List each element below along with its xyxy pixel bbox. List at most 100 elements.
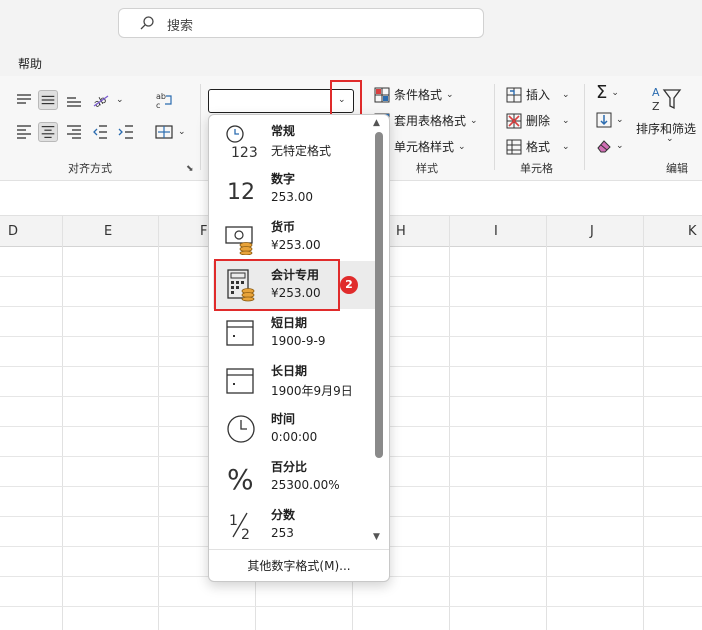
column-header-i[interactable]: I (494, 224, 498, 239)
long-date-calendar-icon (226, 368, 254, 394)
align-right-icon[interactable] (64, 122, 84, 142)
format-item-percent[interactable]: % 百分比 25300.00% (217, 453, 377, 499)
format-button[interactable]: 格式 ⌄ (506, 138, 570, 155)
merge-cells-icon (155, 125, 173, 139)
cells-group-label: 单元格 (520, 162, 553, 175)
chevron-down-icon: ⌄ (611, 88, 619, 98)
fill-button[interactable]: ⌄ (596, 112, 624, 128)
text-orientation-icon: ab (92, 94, 108, 108)
grid-column-line (158, 216, 159, 630)
fraction-icon: 1 2 (229, 512, 250, 543)
eraser-icon (597, 140, 611, 153)
delete-button[interactable]: 删除 ⌄ (506, 112, 570, 129)
chevron-down-icon: ⌄ (178, 127, 186, 137)
svg-text:ab: ab (156, 92, 166, 101)
svg-text:c: c (156, 101, 160, 110)
svg-text:1: 1 (229, 513, 238, 529)
autosum-button[interactable]: Σ ⌄ (596, 84, 619, 102)
search-box[interactable]: 搜索 (118, 8, 484, 38)
editing-group-label: 编辑 (666, 162, 688, 175)
chevron-down-icon: ⌄ (616, 115, 624, 125)
ribbon-separator (200, 84, 201, 170)
general-clock-123-icon: 123 (226, 125, 258, 159)
fill-down-icon (596, 112, 612, 128)
title-bar: 搜索 (0, 0, 702, 48)
scrollbar-thumb[interactable] (375, 132, 383, 458)
format-cells-icon (506, 139, 522, 154)
chevron-down-icon: ⌄ (616, 141, 624, 151)
scroll-down-arrow-icon[interactable]: ▼ (373, 532, 380, 542)
menu-help[interactable]: 帮助 (18, 55, 42, 72)
format-item-time[interactable]: 时间 0:00:00 (217, 405, 377, 451)
wrap-text-icon[interactable]: abc (154, 90, 174, 110)
format-item-fraction[interactable]: 1 2 分数 253 (217, 501, 377, 547)
ribbon-separator (494, 84, 495, 170)
svg-text:A: A (652, 86, 660, 99)
svg-text:12: 12 (227, 180, 255, 205)
time-clock-icon (227, 415, 255, 443)
column-header-f[interactable]: F (200, 224, 207, 239)
chevron-down-icon: ⌄ (562, 89, 570, 100)
menu-bar: 帮助 (0, 48, 702, 76)
number-12-icon: 12 (227, 180, 255, 205)
chevron-down-icon: ⌄ (470, 115, 478, 126)
format-item-number[interactable]: 12 数字 253.00 (217, 165, 377, 211)
svg-text:%: % (227, 463, 254, 495)
sigma-icon: Σ (596, 82, 608, 103)
grid-column-line (546, 216, 547, 630)
svg-text:2: 2 (241, 527, 250, 543)
dropdown-divider (209, 549, 389, 550)
align-top-icon[interactable] (14, 90, 34, 110)
svg-text:Z: Z (652, 100, 660, 113)
chevron-down-icon: ⌄ (562, 115, 570, 126)
merge-center-button[interactable]: ⌄ (154, 124, 186, 140)
column-header-j[interactable]: J (590, 224, 594, 239)
percent-icon: % (227, 463, 254, 495)
column-header-e[interactable]: E (104, 224, 112, 239)
short-date-calendar-icon (226, 320, 254, 346)
grid-column-line (62, 216, 63, 630)
align-bottom-icon[interactable] (64, 90, 84, 110)
chevron-down-icon: ⌄ (458, 141, 466, 152)
orientation-button[interactable]: ab ⌄ (92, 92, 124, 108)
clear-button[interactable]: ⌄ (596, 138, 624, 154)
align-left-icon[interactable] (14, 122, 34, 142)
dialog-launcher-icon[interactable]: ⬊ (186, 164, 194, 174)
column-header-d[interactable]: D (8, 224, 18, 239)
insert-button[interactable]: 插入 ⌄ (506, 86, 570, 103)
decrease-indent-icon[interactable] (90, 122, 110, 142)
styles-group-label: 样式 (416, 162, 438, 175)
sort-filter-button[interactable]: AZ 排序和筛选 ⌄ (636, 82, 700, 152)
number-format-dropdown: 123 常规 无特定格式 12 数字 253.00 货币 ¥253.00 会计专… (208, 114, 390, 582)
conditional-format-icon (374, 87, 390, 102)
format-item-general[interactable]: 123 常规 无特定格式 (217, 117, 377, 163)
chevron-down-icon: ⌄ (562, 141, 570, 152)
search-icon (140, 16, 154, 30)
sort-filter-icon: AZ (652, 86, 682, 113)
grid-row-line (0, 606, 702, 607)
align-center-icon[interactable] (38, 122, 58, 142)
align-middle-icon[interactable] (38, 90, 58, 110)
grid-column-line (449, 216, 450, 630)
insert-cells-icon (506, 87, 522, 102)
ribbon-separator (584, 84, 585, 170)
more-number-formats[interactable]: 其他数字格式(M)... (209, 557, 389, 574)
column-header-h[interactable]: H (396, 224, 406, 239)
chevron-down-icon: ⌄ (116, 95, 124, 105)
scroll-up-arrow-icon[interactable]: ▲ (373, 118, 380, 128)
alignment-group-label: 对齐方式 (68, 162, 112, 175)
search-placeholder: 搜索 (167, 19, 194, 34)
chevron-down-icon: ⌄ (446, 89, 454, 100)
conditional-format-button[interactable]: 条件格式 ⌄ (374, 86, 454, 103)
grid-column-line (643, 216, 644, 630)
format-item-short-date[interactable]: 短日期 1900-9-9 (217, 309, 377, 355)
increase-indent-icon[interactable] (116, 122, 136, 142)
column-header-k[interactable]: K (688, 224, 697, 239)
currency-banknote-icon (225, 226, 253, 255)
svg-text:123: 123 (231, 145, 258, 159)
delete-cells-icon (506, 113, 522, 128)
step-badge-2: 2 (340, 276, 358, 294)
format-item-currency[interactable]: 货币 ¥253.00 (217, 213, 377, 259)
chevron-down-icon: ⌄ (666, 134, 674, 144)
format-item-long-date[interactable]: 长日期 1900年9月9日 (217, 357, 377, 403)
